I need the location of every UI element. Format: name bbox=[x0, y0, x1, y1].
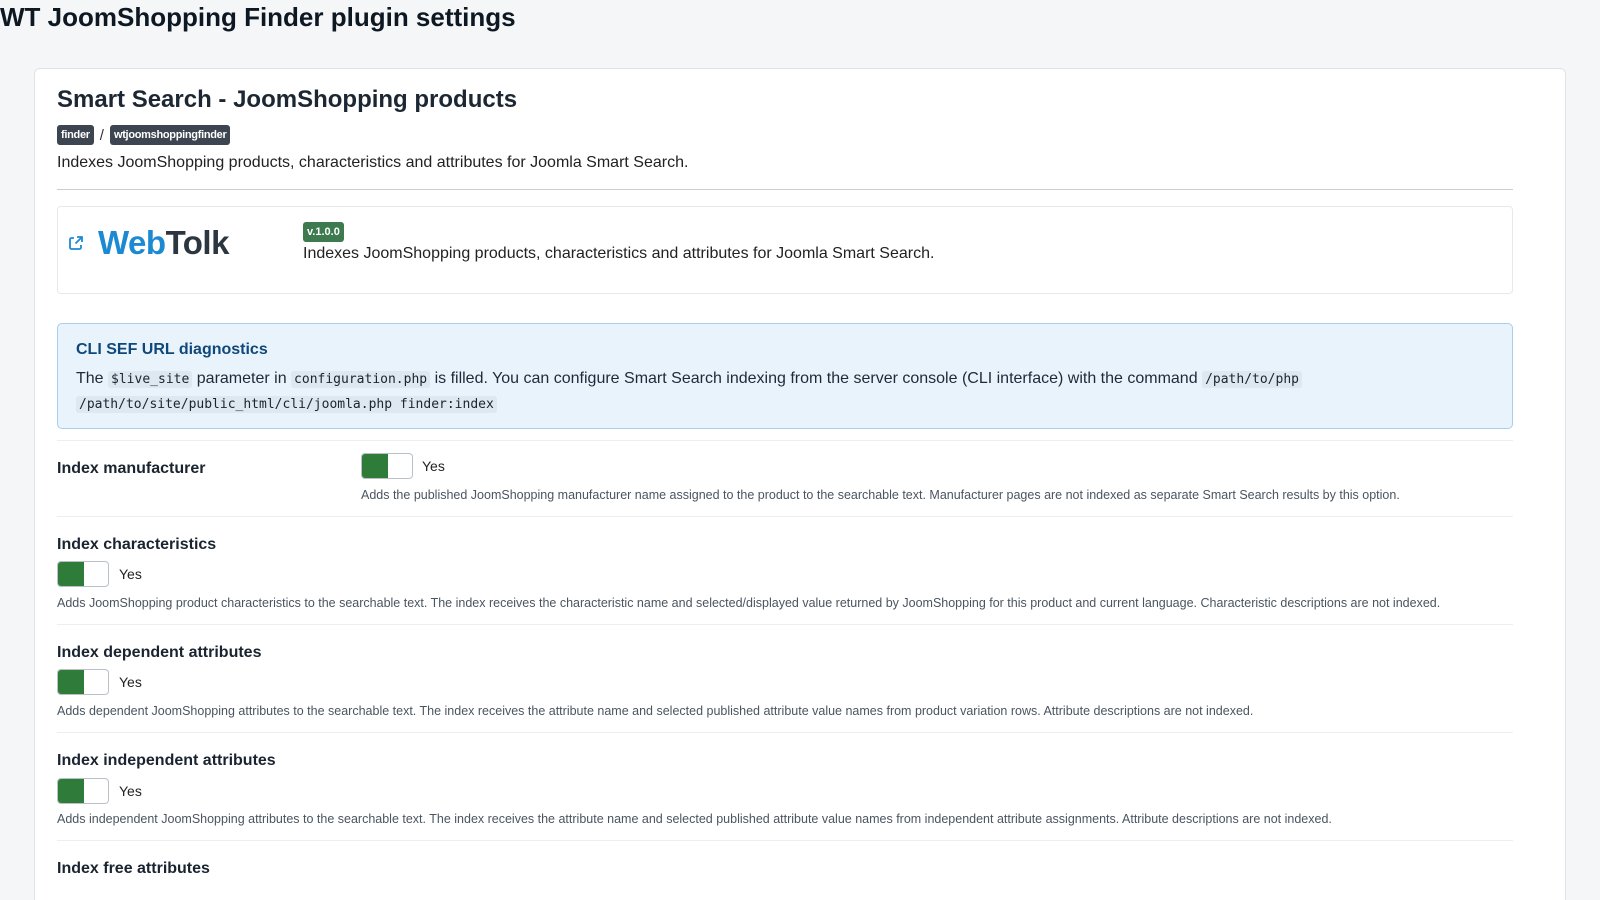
index-free-attributes-label: Index free attributes bbox=[57, 860, 210, 877]
index-manufacturer-label: Index manufacturer bbox=[57, 460, 206, 477]
index-characteristics-help: Adds JoomShopping product characteristic… bbox=[57, 596, 1441, 610]
header-divider bbox=[57, 189, 1513, 190]
index-manufacturer-help: Adds the published JoomShopping manufact… bbox=[361, 488, 1400, 502]
row-divider bbox=[57, 440, 1513, 441]
alert-title: CLI SEF URL diagnostics bbox=[76, 341, 268, 358]
logo-web: Web bbox=[98, 224, 166, 261]
index-independent-attributes-value: Yes bbox=[119, 783, 142, 799]
index-manufacturer-toggle[interactable] bbox=[361, 453, 413, 479]
page-title: WT JoomShopping Finder plugin settings bbox=[0, 2, 516, 32]
logo-tolk: Tolk bbox=[165, 224, 230, 261]
tag-separator: / bbox=[99, 126, 104, 144]
index-dependent-attributes-toggle[interactable] bbox=[57, 669, 109, 695]
row-divider bbox=[57, 840, 1513, 841]
toggle-fill bbox=[58, 779, 84, 803]
index-independent-attributes-help: Adds independent JoomShopping attributes… bbox=[57, 812, 1332, 826]
index-dependent-attributes-value: Yes bbox=[119, 674, 142, 690]
brand-description: Indexes JoomShopping products, character… bbox=[303, 245, 935, 262]
toggle-fill bbox=[58, 562, 84, 586]
alert-code-cli-path: /path/to/site/public_html/cli/joomla.php… bbox=[76, 396, 497, 413]
version-badge: v.1.0.0 bbox=[303, 222, 344, 242]
tag-element: wtjoomshoppingfinder bbox=[109, 125, 231, 145]
alert-code-config: configuration.php bbox=[291, 371, 431, 388]
alert-text-1: The bbox=[76, 370, 104, 387]
index-characteristics-label: Index characteristics bbox=[57, 536, 217, 553]
brand-box: WebTolk v.1.0.0 Indexes JoomShopping pro… bbox=[57, 206, 1513, 294]
webtolk-logo[interactable]: WebTolk bbox=[98, 223, 229, 263]
plugin-tags: finder / wtjoomshoppingfinder bbox=[57, 125, 231, 145]
index-dependent-attributes-help: Adds dependent JoomShopping attributes t… bbox=[57, 704, 1254, 718]
index-dependent-attributes-label: Index dependent attributes bbox=[57, 644, 262, 661]
row-divider bbox=[57, 732, 1513, 733]
alert-code-php-path: /path/to/php bbox=[1202, 371, 1302, 388]
row-divider bbox=[57, 624, 1513, 625]
alert-text-3: is filled. You can configure Smart Searc… bbox=[434, 370, 1198, 387]
toggle-fill bbox=[58, 670, 84, 694]
row-divider bbox=[57, 516, 1513, 517]
plugin-title: Smart Search - JoomShopping products bbox=[57, 86, 518, 113]
external-link-icon[interactable] bbox=[68, 235, 84, 251]
alert-text: The $live_site parameter in configuratio… bbox=[76, 367, 1496, 417]
index-independent-attributes-label: Index independent attributes bbox=[57, 752, 276, 769]
index-characteristics-value: Yes bbox=[119, 566, 142, 582]
index-characteristics-toggle[interactable] bbox=[57, 561, 109, 587]
alert-code-live-site: $live_site bbox=[108, 371, 193, 388]
alert-text-2: parameter in bbox=[196, 370, 287, 387]
plugin-description: Indexes JoomShopping products, character… bbox=[57, 154, 689, 171]
index-manufacturer-value: Yes bbox=[422, 458, 445, 474]
tag-group: finder bbox=[57, 125, 94, 145]
cli-diagnostics-alert: CLI SEF URL diagnostics The $live_site p… bbox=[57, 323, 1513, 429]
index-independent-attributes-toggle[interactable] bbox=[57, 778, 109, 804]
toggle-fill bbox=[362, 454, 388, 478]
plugin-settings-card: Smart Search - JoomShopping products fin… bbox=[34, 68, 1566, 900]
